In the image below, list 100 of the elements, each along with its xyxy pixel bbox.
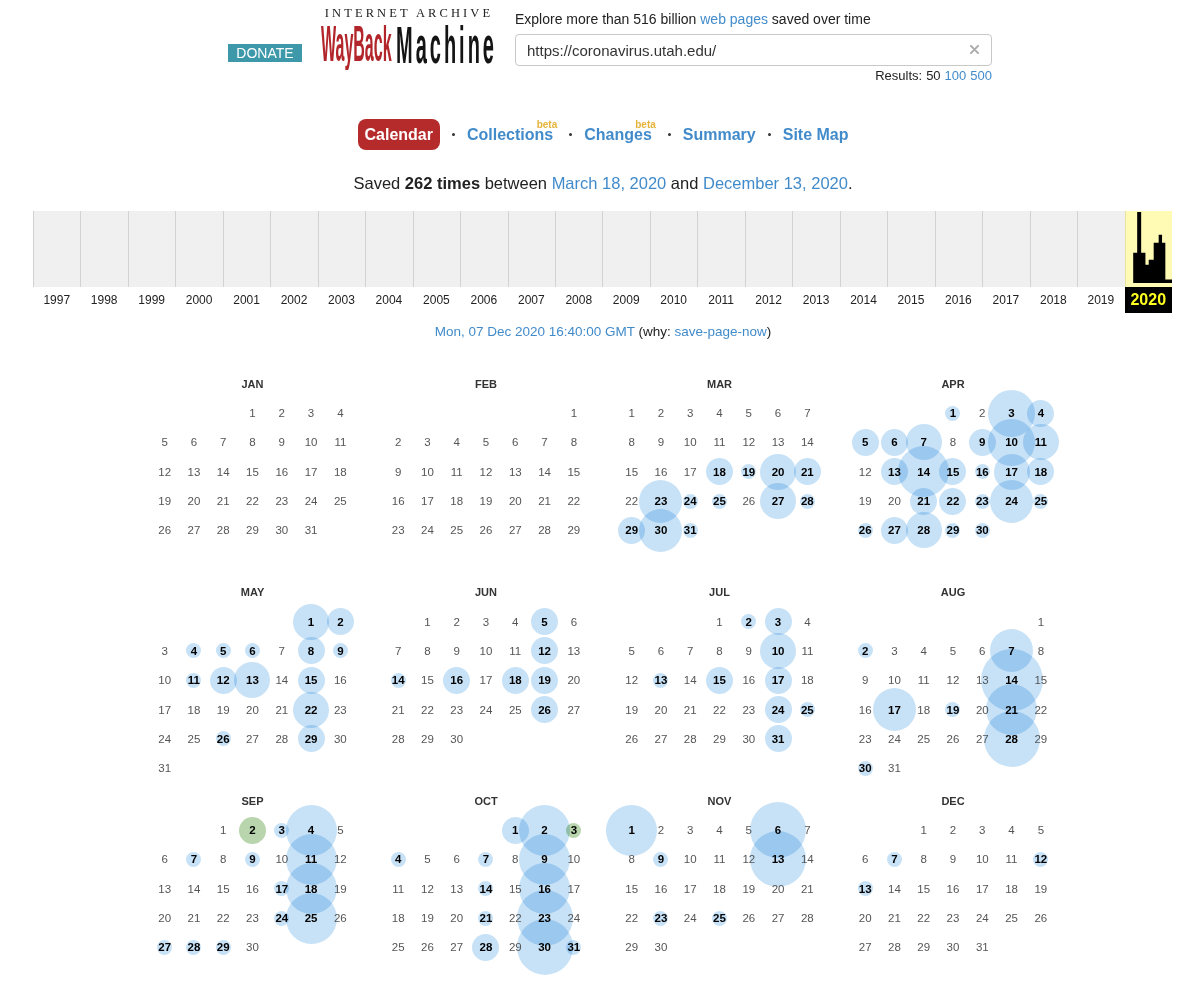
- calendar-day[interactable]: 16: [450, 673, 464, 688]
- calendar-day[interactable]: 12: [538, 643, 551, 658]
- year-label[interactable]: 2012: [755, 287, 782, 313]
- calendar-day[interactable]: 2: [249, 823, 256, 838]
- calendar-day[interactable]: 28: [800, 494, 814, 509]
- calendar-day[interactable]: 24: [275, 911, 289, 925]
- calendar-day[interactable]: 29: [946, 523, 960, 538]
- calendar-day[interactable]: 31: [567, 940, 581, 955]
- nav-tab[interactable]: Site Map: [782, 119, 849, 150]
- year-label[interactable]: 2014: [850, 287, 877, 313]
- year-label[interactable]: 2018: [1040, 287, 1067, 313]
- calendar-day[interactable]: 20: [771, 464, 785, 479]
- timestamp-link[interactable]: Mon, 07 Dec 2020 16:40:00 GMT: [434, 324, 635, 339]
- date-link[interactable]: December 13, 2020: [703, 174, 848, 192]
- calendar-day[interactable]: 24: [683, 494, 697, 509]
- calendar-day[interactable]: 19: [946, 702, 960, 717]
- calendar-day[interactable]: 29: [216, 940, 230, 955]
- calendar-day[interactable]: 29: [304, 731, 318, 746]
- year-label[interactable]: 2009: [612, 287, 640, 313]
- calendar-day[interactable]: 25: [713, 494, 726, 509]
- calendar-day[interactable]: 3: [278, 823, 285, 838]
- calendar-day[interactable]: 5: [861, 435, 869, 450]
- calendar-day[interactable]: 5: [220, 643, 227, 658]
- calendar-day[interactable]: 13: [246, 673, 259, 688]
- calendar-day[interactable]: 13: [654, 673, 668, 688]
- year-label[interactable]: 2002: [280, 287, 308, 313]
- calendar-day[interactable]: 30: [975, 523, 989, 538]
- calendar-day[interactable]: 9: [337, 643, 344, 658]
- calendar-day[interactable]: 21: [479, 911, 493, 925]
- calendar-day[interactable]: 21: [917, 494, 931, 509]
- calendar-day[interactable]: 17: [771, 673, 785, 688]
- calendar-day[interactable]: 27: [771, 494, 785, 509]
- calendar-day[interactable]: 25: [713, 911, 726, 925]
- calendar-day[interactable]: 10: [771, 643, 785, 658]
- calendar-day[interactable]: 26: [216, 731, 230, 746]
- calendar-day[interactable]: 19: [742, 464, 756, 479]
- year-label[interactable]: 2019: [1087, 287, 1115, 313]
- logo-wordmark[interactable]: WayBackMachine: [321, 20, 497, 70]
- calendar-day[interactable]: 24: [771, 702, 785, 717]
- reason-link[interactable]: save-page-now: [674, 324, 767, 339]
- calendar-day[interactable]: 23: [538, 911, 551, 925]
- calendar-day[interactable]: 1: [949, 406, 957, 421]
- calendar-day[interactable]: 7: [482, 852, 490, 867]
- year-label[interactable]: 2013: [802, 287, 830, 313]
- calendar-day[interactable]: 25: [800, 702, 814, 717]
- calendar-day[interactable]: 17: [1005, 464, 1018, 479]
- calendar-day[interactable]: 9: [979, 435, 986, 450]
- year-label[interactable]: 2000: [185, 287, 213, 313]
- year-label[interactable]: 2007: [517, 287, 545, 313]
- results-count-link[interactable]: 500: [970, 68, 992, 84]
- calendar-day[interactable]: 7: [920, 435, 927, 450]
- calendar-day[interactable]: 26: [858, 523, 872, 538]
- calendar-day[interactable]: 9: [541, 852, 548, 867]
- calendar-day[interactable]: 30: [858, 761, 872, 776]
- calendar-day[interactable]: 2: [861, 643, 869, 658]
- year-label[interactable]: 1997: [43, 287, 71, 313]
- calendar-day[interactable]: 28: [187, 940, 201, 955]
- calendar-day[interactable]: 30: [538, 940, 551, 955]
- calendar-day[interactable]: 21: [800, 464, 814, 479]
- calendar-day[interactable]: 13: [858, 881, 872, 896]
- calendar-day[interactable]: 10: [1005, 435, 1018, 450]
- calendar-day[interactable]: 14: [1005, 673, 1018, 688]
- calendar-day[interactable]: 7: [1008, 643, 1015, 658]
- calendar-day[interactable]: 3: [1008, 406, 1015, 421]
- calendar-day[interactable]: 5: [541, 614, 548, 629]
- calendar-day[interactable]: 11: [187, 673, 200, 688]
- calendar-day[interactable]: 2: [745, 614, 752, 629]
- year-label[interactable]: 1998: [90, 287, 118, 313]
- calendar-day[interactable]: 29: [625, 523, 639, 538]
- calendar-day[interactable]: 12: [1034, 852, 1048, 867]
- calendar-day[interactable]: 16: [538, 881, 551, 896]
- calendar-day[interactable]: 11: [1034, 435, 1047, 450]
- calendar-day[interactable]: 15: [946, 464, 960, 479]
- search-field[interactable]: https://coronavirus.utah.edu/: [515, 34, 992, 66]
- calendar-day[interactable]: 9: [657, 852, 665, 867]
- calendar-day[interactable]: 21: [1005, 702, 1018, 717]
- year-label[interactable]: 2016: [945, 287, 972, 313]
- calendar-day[interactable]: 19: [538, 673, 551, 688]
- year-label[interactable]: 2003: [328, 287, 355, 313]
- year-label[interactable]: 2006: [470, 287, 498, 313]
- calendar-day[interactable]: 12: [216, 673, 230, 688]
- calendar-day[interactable]: 18: [304, 881, 318, 896]
- calendar-day[interactable]: 30: [654, 523, 668, 538]
- calendar-day[interactable]: 17: [888, 702, 901, 717]
- nav-tab[interactable]: Calendar: [357, 119, 440, 150]
- calendar-day[interactable]: 6: [774, 823, 782, 838]
- calendar-day[interactable]: 4: [394, 852, 402, 867]
- year-label[interactable]: 2015: [897, 287, 925, 313]
- calendar-day[interactable]: 27: [158, 940, 172, 955]
- calendar-day[interactable]: 28: [917, 523, 931, 538]
- calendar-day[interactable]: 13: [888, 464, 901, 479]
- calendar-day[interactable]: 2: [541, 823, 548, 838]
- calendar-day[interactable]: 24: [1005, 494, 1018, 509]
- calendar-day[interactable]: 4: [307, 823, 315, 838]
- calendar-day[interactable]: 3: [570, 823, 578, 838]
- calendar-day[interactable]: 15: [713, 673, 726, 688]
- calendar-day[interactable]: 18: [508, 673, 522, 688]
- calendar-day[interactable]: 17: [275, 881, 289, 896]
- calendar-day[interactable]: 25: [304, 911, 318, 925]
- calendar-day[interactable]: 23: [975, 494, 989, 509]
